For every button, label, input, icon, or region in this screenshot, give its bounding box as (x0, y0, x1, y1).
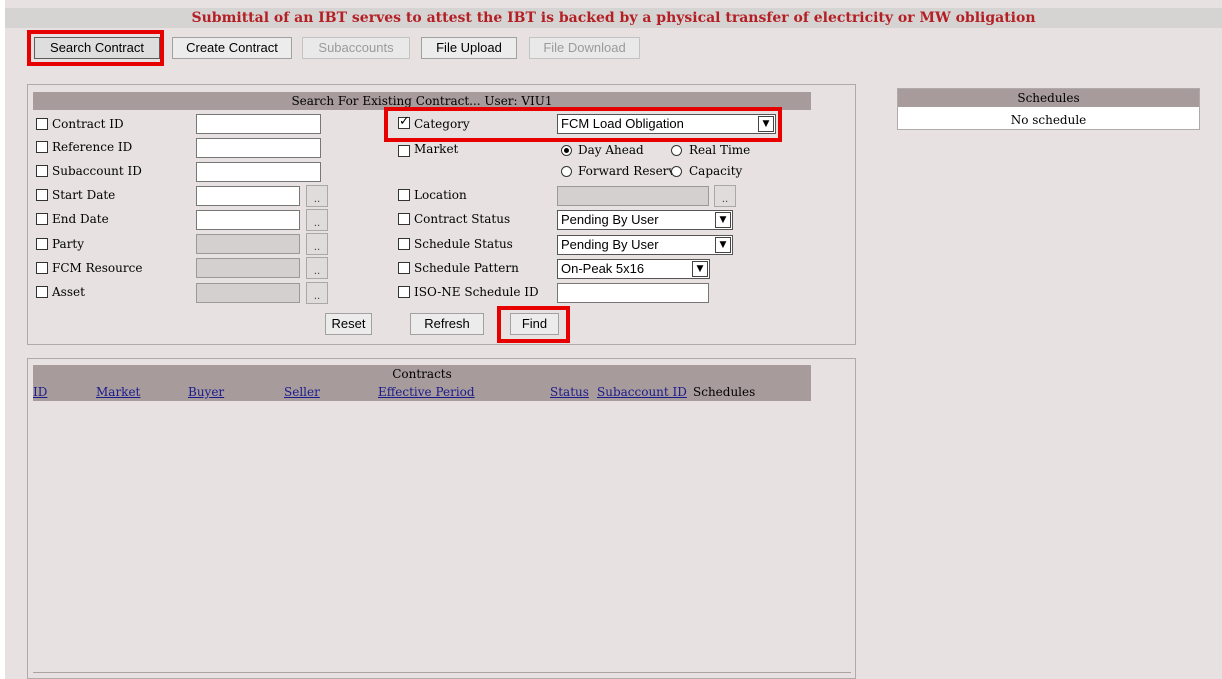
col-effective-period-link[interactable]: Effective Period (378, 385, 475, 399)
col-market[interactable]: Market (96, 384, 140, 400)
col-buyer[interactable]: Buyer (188, 384, 224, 400)
contract-id-label: Contract ID (52, 117, 124, 131)
search-contract-button[interactable]: Search Contract (34, 37, 160, 59)
chevron-down-icon: ▼ (715, 212, 731, 228)
reference-id-checkbox[interactable] (36, 141, 48, 153)
refresh-button[interactable]: Refresh (410, 313, 484, 335)
search-panel-header: Search For Existing Contract... User: VI… (33, 92, 811, 110)
col-schedules: Schedules (693, 385, 756, 399)
chevron-down-icon: ▼ (715, 237, 731, 253)
col-subaccount-id-link[interactable]: Subaccount ID (597, 385, 687, 399)
schedule-status-value: Pending By User (561, 237, 659, 252)
party-checkbox[interactable] (36, 238, 48, 250)
fcm-resource-checkbox[interactable] (36, 262, 48, 274)
col-seller[interactable]: Seller (284, 384, 320, 400)
fcm-resource-input[interactable] (196, 258, 300, 278)
contract-status-select[interactable]: Pending By User ▼ (557, 210, 733, 230)
file-upload-button[interactable]: File Upload (421, 37, 517, 59)
iso-ne-schedule-id-label: ISO-NE Schedule ID (414, 285, 539, 299)
end-date-input[interactable] (196, 210, 300, 230)
start-date-input[interactable] (196, 186, 300, 206)
subaccount-id-input[interactable] (196, 162, 321, 182)
schedule-pattern-select[interactable]: On-Peak 5x16 ▼ (557, 259, 710, 279)
location-input[interactable] (557, 186, 709, 206)
find-button[interactable]: Find (510, 313, 559, 335)
schedule-status-checkbox[interactable] (398, 238, 410, 250)
reset-button[interactable]: Reset (325, 313, 372, 335)
schedules-empty-text: No schedule (1010, 113, 1087, 127)
fcm-resource-picker-button[interactable]: .. (306, 257, 328, 279)
asset-checkbox[interactable] (36, 286, 48, 298)
start-date-label: Start Date (52, 188, 116, 202)
schedule-status-label: Schedule Status (414, 237, 513, 251)
contract-status-value: Pending By User (561, 212, 659, 227)
party-input[interactable] (196, 234, 300, 254)
end-date-checkbox[interactable] (36, 213, 48, 225)
category-select[interactable]: FCM Load Obligation ▼ (557, 114, 776, 134)
schedule-pattern-checkbox[interactable] (398, 262, 410, 274)
col-status[interactable]: Status (550, 384, 589, 400)
col-id-link[interactable]: ID (33, 385, 47, 399)
create-contract-button[interactable]: Create Contract (172, 37, 292, 59)
schedule-status-select[interactable]: Pending By User ▼ (557, 235, 733, 255)
contract-status-checkbox[interactable] (398, 213, 410, 225)
iso-ne-schedule-id-checkbox[interactable] (398, 286, 410, 298)
contracts-scroll-divider (33, 672, 851, 673)
col-market-link[interactable]: Market (96, 385, 140, 399)
col-effective-period[interactable]: Effective Period (378, 384, 475, 400)
attestation-banner: Submittal of an IBT serves to attest the… (5, 8, 1222, 28)
col-subaccount-id[interactable]: Subaccount ID (597, 384, 687, 400)
category-select-value: FCM Load Obligation (561, 116, 684, 131)
market-label: Market (414, 142, 459, 156)
market-checkbox[interactable] (398, 145, 410, 157)
asset-input[interactable] (196, 283, 300, 303)
contracts-column-header-row: ID Market Buyer Seller Effective Period … (33, 383, 811, 401)
col-buyer-link[interactable]: Buyer (188, 385, 224, 399)
schedule-pattern-value: On-Peak 5x16 (561, 261, 645, 276)
subaccount-id-label: Subaccount ID (52, 164, 142, 178)
contracts-panel-header: Contracts (33, 365, 811, 383)
reference-id-input[interactable] (196, 138, 321, 158)
reference-id-label: Reference ID (52, 140, 133, 154)
market-real-time-label: Real Time (689, 143, 751, 157)
schedule-pattern-label: Schedule Pattern (414, 261, 519, 275)
contract-id-checkbox[interactable] (36, 118, 48, 130)
chevron-down-icon: ▼ (758, 116, 774, 132)
end-date-label: End Date (52, 212, 109, 226)
schedules-panel-header: Schedules (898, 89, 1199, 107)
contracts-panel (27, 358, 856, 679)
market-capacity-radio[interactable] (671, 166, 682, 177)
contract-id-input[interactable] (196, 114, 321, 134)
party-picker-button[interactable]: .. (306, 233, 328, 255)
market-day-ahead-label: Day Ahead (578, 143, 644, 157)
fcm-resource-label: FCM Resource (52, 261, 143, 275)
category-checkbox[interactable] (398, 114, 410, 129)
market-forward-reserve-radio[interactable] (561, 166, 572, 177)
iso-ne-schedule-id-input[interactable] (557, 283, 709, 303)
market-forward-reserve-label: Forward Reserve (578, 164, 683, 178)
market-capacity-label: Capacity (689, 164, 743, 178)
contract-status-label: Contract Status (414, 212, 511, 226)
col-seller-link[interactable]: Seller (284, 385, 320, 399)
start-date-picker-button[interactable]: .. (306, 185, 328, 207)
market-real-time-radio[interactable] (671, 145, 682, 156)
start-date-checkbox[interactable] (36, 189, 48, 201)
party-label: Party (52, 237, 85, 251)
col-id[interactable]: ID (33, 384, 47, 400)
asset-label: Asset (52, 285, 85, 299)
subaccounts-button[interactable]: Subaccounts (302, 37, 410, 59)
asset-picker-button[interactable]: .. (306, 282, 328, 304)
location-picker-button[interactable]: .. (714, 185, 736, 207)
end-date-picker-button[interactable]: .. (306, 209, 328, 231)
category-label: Category (414, 117, 470, 131)
market-day-ahead-radio[interactable] (561, 145, 572, 156)
location-checkbox[interactable] (398, 189, 410, 201)
chevron-down-icon: ▼ (692, 261, 708, 277)
col-status-link[interactable]: Status (550, 385, 589, 399)
file-download-button[interactable]: File Download (529, 37, 640, 59)
subaccount-id-checkbox[interactable] (36, 165, 48, 177)
location-label: Location (414, 188, 467, 202)
